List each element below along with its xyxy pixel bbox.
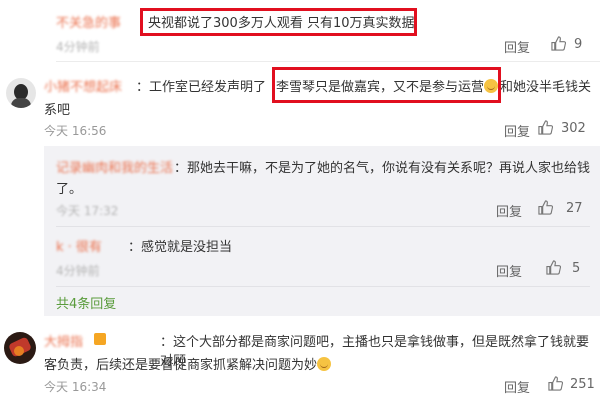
comment-2-time: 今天 16:56 xyxy=(44,124,107,138)
like-icon[interactable] xyxy=(548,376,563,391)
comment-3-like-count: 251 xyxy=(570,377,595,392)
comment-2-text-line2: 系吧 xyxy=(44,103,71,118)
reply-1-like-count: 27 xyxy=(566,201,583,216)
reply-button[interactable]: 回复 xyxy=(504,377,530,396)
comment-1-username[interactable]: 不关急的事 xyxy=(56,12,121,31)
comment-3-username[interactable]: 大拇指 xyxy=(44,331,83,350)
reply-1-text: ：那她去干嘛，不是为了她的名气，你说有没有关系呢？再说人家也给钱 xyxy=(174,161,591,176)
like-icon[interactable] xyxy=(546,260,561,275)
highlight-box xyxy=(272,67,501,103)
comment-2-text-pre: ：工作室已经发声明了 xyxy=(136,80,267,95)
reply-1-username[interactable]: 记录幽肉和我的生活 xyxy=(56,157,173,176)
reply-1-time: 今天 17:32 xyxy=(56,204,119,218)
reply-button[interactable]: 回复 xyxy=(504,121,530,140)
divider xyxy=(56,226,590,227)
comment-2-username[interactable]: 小猪不想起床 xyxy=(44,76,122,95)
reply-2-text: ：感觉就是没担当 xyxy=(128,240,233,255)
like-icon[interactable] xyxy=(538,200,553,215)
highlight-box xyxy=(140,8,417,36)
more-replies-link[interactable]: 共4条回复 xyxy=(56,293,116,312)
reply-button[interactable]: 回复 xyxy=(504,37,530,56)
reply-2-username[interactable]: k · 很有 xyxy=(56,236,102,255)
reply-2-like-count: 5 xyxy=(572,261,581,276)
comment-3-time: 今天 16:34 xyxy=(44,380,107,394)
smile-emoji-icon xyxy=(317,357,332,371)
avatar[interactable] xyxy=(6,78,36,108)
comment-2-text-post: 和她没半毛钱关 xyxy=(500,80,592,95)
divider xyxy=(56,286,590,287)
verified-badge-icon xyxy=(94,333,106,345)
reply-button[interactable]: 回复 xyxy=(496,201,522,220)
avatar[interactable] xyxy=(4,332,36,364)
comment-2-like-count: 302 xyxy=(561,121,586,136)
comment-1-like-count: 9 xyxy=(574,37,583,52)
like-icon[interactable] xyxy=(551,36,566,51)
like-icon[interactable] xyxy=(538,120,553,135)
reply-1-text-line2: 了。 xyxy=(56,182,83,197)
comment-1-time: 4分钟前 xyxy=(56,40,100,54)
reply-2-time: 4分钟前 xyxy=(56,264,100,278)
comment-3-text-line2: 客负责，后续还是要督促商家抓紧解决问题为妙 xyxy=(44,354,332,373)
reply-button[interactable]: 回复 xyxy=(496,261,522,280)
divider xyxy=(56,61,600,62)
